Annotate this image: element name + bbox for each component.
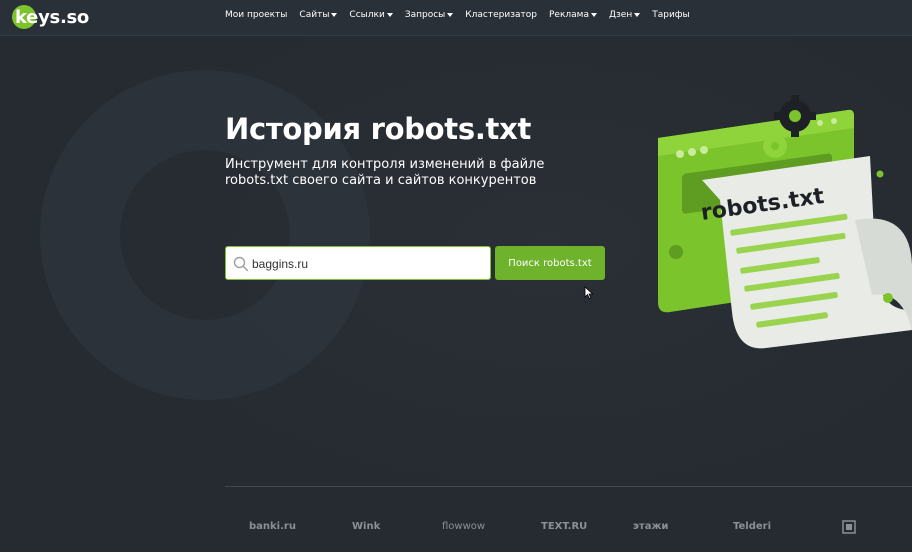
- search-icon: [233, 256, 249, 272]
- search-robots-button[interactable]: Поиск robots.txt: [495, 246, 605, 280]
- partner-logo-textru: TEXT.RU: [541, 521, 588, 532]
- robots-illustration: robots.txt: [658, 95, 912, 349]
- partner-logo-flowwow: flowwow: [442, 521, 486, 532]
- logo-text: keys.so: [15, 6, 89, 28]
- nav-label: Запросы: [404, 10, 446, 20]
- nav-label: Сайты: [299, 10, 330, 20]
- page-subtitle: Инструмент для контроля изменений в файл…: [225, 157, 545, 188]
- partner-logos: banki.ru Wink flowwow TEXT.RU этажи Teld…: [225, 512, 912, 542]
- nav-item-pricing[interactable]: Тарифы: [652, 10, 689, 20]
- main-nav: Мои проекты Сайты Ссылки Запросы Кластер…: [225, 0, 702, 30]
- nav-item-sites[interactable]: Сайты: [299, 10, 338, 20]
- nav-label: Ссылки: [349, 10, 385, 20]
- nav-item-ads[interactable]: Реклама: [549, 10, 597, 20]
- nav-label: Кластеризатор: [465, 10, 537, 20]
- caret-down-icon: [634, 13, 641, 17]
- search-box[interactable]: [225, 246, 491, 280]
- nav-item-dzen[interactable]: Дзен: [608, 10, 641, 20]
- nav-label: Тарифы: [652, 10, 690, 20]
- partner-logo-banki: banki.ru: [249, 521, 296, 532]
- top-header: keys.so Мои проекты Сайты Ссылки Запросы…: [0, 0, 912, 36]
- search-input[interactable]: [252, 253, 482, 275]
- section-divider: [225, 486, 912, 487]
- partner-logo-wink: Wink: [352, 521, 381, 532]
- nav-item-links[interactable]: Ссылки: [349, 10, 393, 20]
- nav-label: Дзен: [608, 10, 633, 20]
- partner-logo-telderi: Telderi: [733, 521, 772, 532]
- caret-down-icon: [447, 13, 454, 17]
- caret-down-icon: [331, 13, 338, 17]
- logo[interactable]: keys.so: [12, 5, 89, 29]
- caret-down-icon: [386, 13, 393, 17]
- partner-logo-etazhi: этажи: [633, 521, 669, 532]
- nav-label: Мои проекты: [225, 10, 288, 20]
- nav-label: Реклама: [548, 10, 589, 20]
- mouse-cursor-icon: [584, 286, 594, 300]
- nav-item-projects[interactable]: Мои проекты: [225, 10, 287, 20]
- nav-item-queries[interactable]: Запросы: [404, 10, 454, 20]
- page-title: История robots.txt: [225, 112, 532, 146]
- nav-item-clusterizer[interactable]: Кластеризатор: [465, 10, 537, 20]
- partner-logo-icon: [842, 520, 856, 534]
- caret-down-icon: [590, 13, 597, 17]
